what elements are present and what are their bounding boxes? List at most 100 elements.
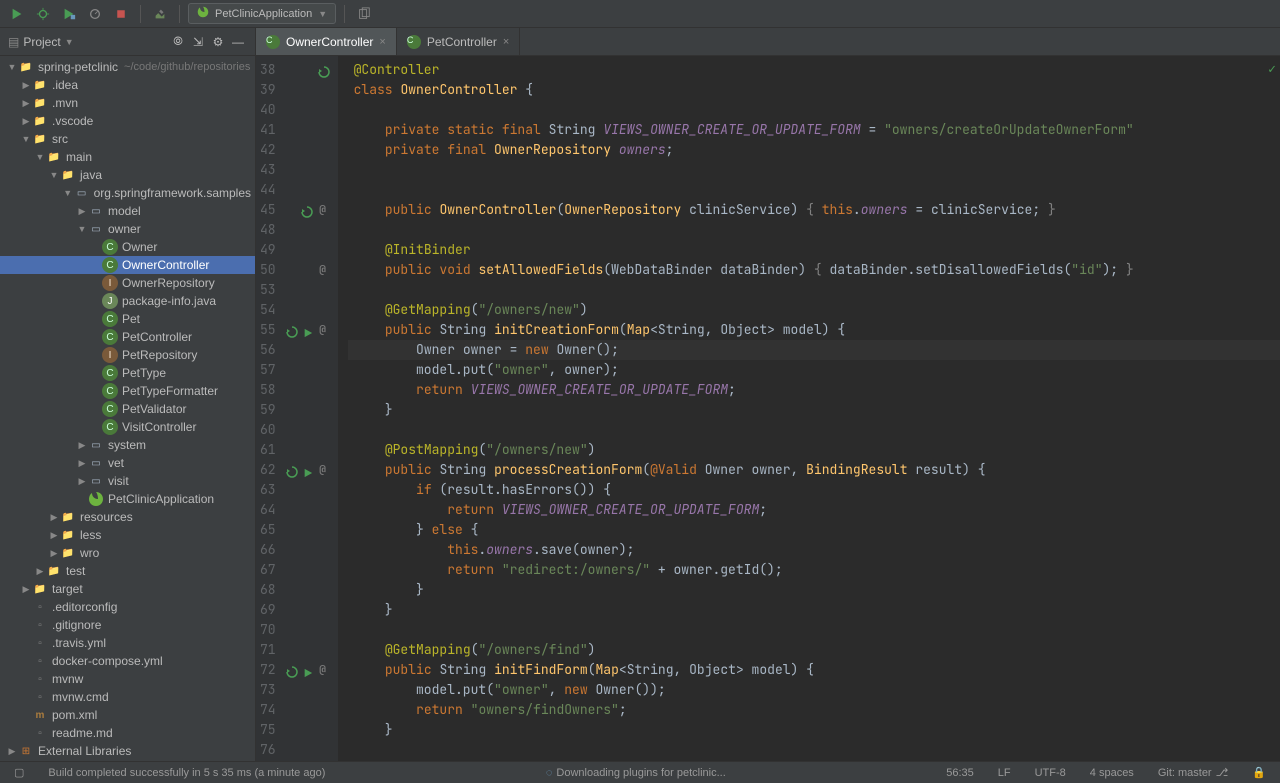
file-encoding[interactable]: UTF-8 <box>1029 767 1072 779</box>
tree-item-docker-compose-yml[interactable]: ▫docker-compose.yml <box>0 652 255 670</box>
tool-window-toggle-icon[interactable]: ▢ <box>8 766 30 779</box>
tree-item-ownercontroller[interactable]: COwnerController <box>0 256 255 274</box>
code-line[interactable] <box>348 740 1280 760</box>
gutter-line[interactable]: 71 <box>256 640 338 660</box>
debug-icon[interactable] <box>32 3 54 25</box>
gutter-line[interactable]: 61 <box>256 440 338 460</box>
annotation-gutter-icon[interactable]: @ <box>316 323 330 337</box>
tree-item-petrepository[interactable]: IPetRepository <box>0 346 255 364</box>
code-line[interactable]: public String initCreationForm(Map<Strin… <box>348 320 1280 340</box>
code-line[interactable] <box>348 100 1280 120</box>
code-line[interactable]: public OwnerController(OwnerRepository c… <box>348 200 1280 220</box>
annotation-gutter-icon[interactable]: @ <box>316 663 330 677</box>
stop-icon[interactable] <box>110 3 132 25</box>
code-line[interactable] <box>348 420 1280 440</box>
gutter-line[interactable]: 50@ <box>256 260 338 280</box>
tree-item--vscode[interactable]: ▶📁.vscode <box>0 112 255 130</box>
tree-item-resources[interactable]: ▶📁resources <box>0 508 255 526</box>
caret-position[interactable]: 56:35 <box>940 767 980 779</box>
tree-item--editorconfig[interactable]: ▫.editorconfig <box>0 598 255 616</box>
code-line[interactable]: } <box>348 600 1280 620</box>
gutter-line[interactable]: 76 <box>256 740 338 760</box>
indent-setting[interactable]: 4 spaces <box>1084 767 1140 779</box>
tree-item-ownerrepository[interactable]: IOwnerRepository <box>0 274 255 292</box>
gutter-line[interactable]: 74 <box>256 700 338 720</box>
expand-arrow-icon[interactable]: ▼ <box>6 62 18 72</box>
expand-arrow-icon[interactable]: ▶ <box>48 548 60 559</box>
editor-code[interactable]: @Controllerclass OwnerController { priva… <box>338 56 1280 761</box>
close-tab-icon[interactable]: × <box>503 36 509 48</box>
override-gutter-icon[interactable] <box>286 464 298 476</box>
settings-icon[interactable]: ⚙ <box>209 33 227 51</box>
gutter-line[interactable]: 42 <box>256 140 338 160</box>
code-line[interactable]: public String initFindForm(Map<String, O… <box>348 660 1280 680</box>
build-icon[interactable] <box>149 3 171 25</box>
annotation-gutter-icon[interactable]: @ <box>316 203 330 217</box>
chevron-down-icon[interactable]: ▼ <box>65 37 74 47</box>
override-gutter-icon[interactable] <box>286 324 298 336</box>
tree-item-model[interactable]: ▶▭model <box>0 202 255 220</box>
run-gutter-icon[interactable] <box>301 464 313 476</box>
tree-item-owner[interactable]: ▼▭owner <box>0 220 255 238</box>
expand-arrow-icon[interactable]: ▶ <box>76 206 88 217</box>
tree-item-readme-md[interactable]: ▫readme.md <box>0 724 255 742</box>
expand-arrow-icon[interactable]: ▶ <box>20 584 32 595</box>
code-line[interactable] <box>348 280 1280 300</box>
gutter-line[interactable]: 56 <box>256 340 338 360</box>
gutter-line[interactable]: 72@ <box>256 660 338 680</box>
tree-item-org-springframework-samples[interactable]: ▼▭org.springframework.samples <box>0 184 255 202</box>
expand-arrow-icon[interactable]: ▶ <box>34 566 46 577</box>
expand-arrow-icon[interactable]: ▼ <box>34 152 46 162</box>
tree-item-test[interactable]: ▶📁test <box>0 562 255 580</box>
expand-arrow-icon[interactable]: ▶ <box>20 98 32 109</box>
tree-item-spring-petclinic[interactable]: ▼📁spring-petclinic~/code/github/reposito… <box>0 58 255 76</box>
gutter-line[interactable]: 38 <box>256 60 338 80</box>
code-line[interactable]: return VIEWS_OWNER_CREATE_OR_UPDATE_FORM… <box>348 380 1280 400</box>
run-gutter-icon[interactable] <box>301 324 313 336</box>
tree-item-package-info-java[interactable]: Jpackage-info.java <box>0 292 255 310</box>
tree-item-mvnw-cmd[interactable]: ▫mvnw.cmd <box>0 688 255 706</box>
code-line[interactable]: public String processCreationForm(@Valid… <box>348 460 1280 480</box>
tree-item-visit[interactable]: ▶▭visit <box>0 472 255 490</box>
tree-item--gitignore[interactable]: ▫.gitignore <box>0 616 255 634</box>
tree-item-wro[interactable]: ▶📁wro <box>0 544 255 562</box>
tree-item-petcontroller[interactable]: CPetController <box>0 328 255 346</box>
tree-item-main[interactable]: ▼📁main <box>0 148 255 166</box>
gutter-line[interactable]: 43 <box>256 160 338 180</box>
tree-item-external-libraries[interactable]: ▶⊞External Libraries <box>0 742 255 760</box>
code-line[interactable]: Owner owner = new Owner(); <box>348 340 1280 360</box>
coverage-icon[interactable] <box>58 3 80 25</box>
tree-item--mvn[interactable]: ▶📁.mvn <box>0 94 255 112</box>
code-line[interactable]: @InitBinder <box>348 240 1280 260</box>
expand-arrow-icon[interactable]: ▼ <box>76 224 88 234</box>
code-line[interactable]: return "owners/findOwners"; <box>348 700 1280 720</box>
gutter-line[interactable]: 60 <box>256 420 338 440</box>
tree-item-mvnw[interactable]: ▫mvnw <box>0 670 255 688</box>
tree-item-vet[interactable]: ▶▭vet <box>0 454 255 472</box>
code-line[interactable]: @GetMapping("/owners/new") <box>348 300 1280 320</box>
expand-arrow-icon[interactable]: ▶ <box>20 116 32 127</box>
code-line[interactable]: @Controller <box>348 60 1280 80</box>
code-line[interactable]: return "redirect:/owners/" + owner.getId… <box>348 560 1280 580</box>
code-line[interactable]: @PostMapping("/owners/new") <box>348 440 1280 460</box>
attach-icon[interactable] <box>353 3 375 25</box>
run-config-dropdown[interactable]: PetClinicApplication ▼ <box>188 3 336 24</box>
gutter-line[interactable]: 45@ <box>256 200 338 220</box>
code-line[interactable]: @GetMapping("/owners") <box>348 760 1280 761</box>
code-line[interactable]: private static final String VIEWS_OWNER_… <box>348 120 1280 140</box>
code-line[interactable]: } <box>348 580 1280 600</box>
gutter-line[interactable]: 58 <box>256 380 338 400</box>
expand-arrow-icon[interactable]: ▼ <box>20 134 32 144</box>
code-line[interactable]: this.owners.save(owner); <box>348 540 1280 560</box>
tree-item-owner[interactable]: COwner <box>0 238 255 256</box>
tree-item-pettypeformatter[interactable]: CPetTypeFormatter <box>0 382 255 400</box>
tab-petcontroller[interactable]: CPetController× <box>397 28 520 55</box>
gutter-line[interactable]: 40 <box>256 100 338 120</box>
code-line[interactable]: private final OwnerRepository owners; <box>348 140 1280 160</box>
expand-arrow-icon[interactable]: ▶ <box>76 476 88 487</box>
code-line[interactable]: class OwnerController { <box>348 80 1280 100</box>
gutter-line[interactable]: 70 <box>256 620 338 640</box>
gutter-line[interactable]: 53 <box>256 280 338 300</box>
annotation-gutter-icon[interactable]: @ <box>316 263 330 277</box>
gutter-line[interactable]: 73 <box>256 680 338 700</box>
